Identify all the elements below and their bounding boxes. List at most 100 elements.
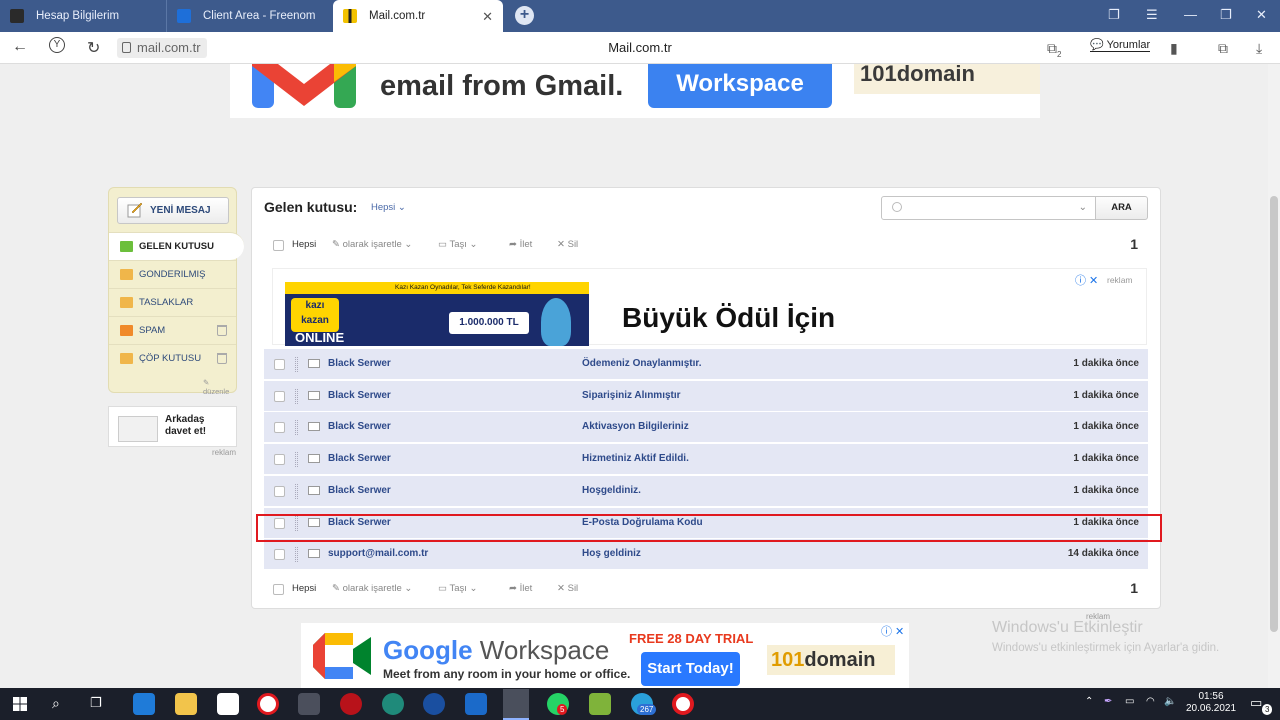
clock[interactable]: 01:56 20.06.2021 — [1186, 691, 1236, 715]
maximize-icon[interactable]: ❐ — [1220, 7, 1232, 23]
message-sender[interactable]: support@mail.com.tr — [328, 548, 428, 559]
network-icon[interactable]: ▭ — [1125, 696, 1134, 707]
screen-tool-icon[interactable] — [298, 693, 320, 715]
app-teal-icon[interactable] — [382, 693, 404, 715]
shield-icon[interactable] — [465, 693, 487, 715]
tab-hesap-bilgilerim[interactable]: Hesap Bilgilerim — [0, 0, 166, 32]
move-dropdown[interactable]: ▭ Taşı ⌄ — [438, 239, 478, 250]
drag-handle-icon[interactable] — [295, 389, 298, 404]
forward-button[interactable]: ➦ İlet — [509, 239, 532, 250]
empty-trash-icon[interactable] — [217, 353, 227, 364]
select-all-label[interactable]: Hepsi — [292, 583, 316, 594]
drag-handle-icon[interactable] — [295, 420, 298, 435]
top-ad-banner[interactable]: email from Gmail. Workspace 101domain — [230, 64, 1040, 118]
sidebar-item-trash[interactable]: ÇÖP KUTUSU — [109, 344, 236, 372]
tab-freenom[interactable]: Client Area - Freenom — [166, 0, 332, 32]
drag-handle-icon[interactable] — [295, 452, 298, 467]
start-today-button[interactable]: Start Today! — [641, 652, 740, 686]
forward-button[interactable]: ➦ İlet — [509, 583, 532, 594]
message-row[interactable]: support@mail.com.tr Hoş geldiniz 14 daki… — [264, 539, 1148, 570]
search-icon[interactable]: ⌕ — [52, 695, 60, 712]
volume-icon[interactable]: 🔈 — [1164, 696, 1176, 707]
message-subject[interactable]: Hoşgeldiniz. — [582, 485, 641, 496]
message-subject[interactable]: Ödemeniz Onaylanmıştır. — [582, 358, 701, 369]
inline-ad[interactable]: Kazı Kazan Oynadılar, Tek Seferde Kazand… — [272, 268, 1147, 346]
google-workspace-ad-banner[interactable]: Google Workspace Meet from any room in y… — [301, 623, 909, 688]
message-row[interactable]: Black Serwer Hoşgeldiniz. 1 dakika önce — [264, 476, 1148, 507]
collections-icon[interactable]: ⧉ — [1218, 40, 1228, 57]
sidebar-item-spam[interactable]: SPAM — [109, 316, 236, 344]
chevron-down-icon[interactable]: ⌄ — [1079, 202, 1087, 213]
microsoft-store-icon[interactable] — [217, 693, 239, 715]
close-tab-icon[interactable]: ✕ — [482, 9, 493, 25]
sidebar-item-inbox[interactable]: GELEN KUTUSU — [109, 232, 244, 260]
delete-button[interactable]: ✕ Sil — [557, 239, 578, 250]
yandex-browser-active-icon[interactable] — [503, 689, 529, 719]
sidebar-item-sent[interactable]: GONDERILMIŞ — [109, 260, 236, 288]
download-icon[interactable]: ⤓ — [1256, 40, 1262, 57]
tab-mail-com-tr[interactable]: Mail.com.tr ✕ — [333, 0, 503, 32]
message-checkbox[interactable] — [274, 549, 285, 560]
mark-as-dropdown[interactable]: ✎ olarak işaretle ⌄ — [332, 239, 412, 250]
message-checkbox[interactable] — [274, 422, 285, 433]
app-red-icon[interactable] — [340, 693, 362, 715]
message-subject[interactable]: Siparişiniz Alınmıştır — [582, 390, 681, 401]
search-input[interactable]: ⌄ — [881, 196, 1096, 220]
new-message-button[interactable]: YENİ MESAJ — [117, 197, 229, 224]
adchoices-icon[interactable]: ⓘ ✕ — [881, 623, 904, 639]
app-blue-icon[interactable] — [423, 693, 445, 715]
close-window-icon[interactable]: ✕ — [1256, 7, 1267, 23]
page-number[interactable]: 1 — [1130, 236, 1138, 252]
notepad-icon[interactable] — [589, 693, 611, 715]
task-view-icon[interactable]: ❐ — [90, 695, 102, 711]
windows-start-icon[interactable] — [13, 697, 27, 711]
sidebar-item-drafts[interactable]: TASLAKLAR — [109, 288, 236, 316]
bookmark-icon[interactable]: ▮ — [1170, 40, 1178, 57]
browser-menu-icon[interactable]: ☰ — [1146, 7, 1158, 23]
yandex-browser-icon[interactable] — [257, 693, 279, 715]
message-subject[interactable]: Hoş geldiniz — [582, 548, 641, 559]
message-checkbox[interactable] — [274, 359, 285, 370]
new-tab-button[interactable]: + — [515, 6, 534, 25]
minimize-icon[interactable]: — — [1184, 7, 1197, 22]
mark-as-dropdown[interactable]: ✎ olarak işaretle ⌄ — [332, 583, 412, 594]
drag-handle-icon[interactable] — [295, 547, 298, 562]
wifi-icon[interactable]: ◠ — [1146, 696, 1155, 707]
edge-browser-icon[interactable] — [133, 693, 155, 715]
empty-spam-trash-icon[interactable] — [217, 325, 227, 336]
adchoices-icon[interactable]: ⓘ ✕ — [1075, 272, 1098, 288]
message-sender[interactable]: Black Serwer — [328, 421, 391, 432]
message-row[interactable]: Black Serwer Aktivasyon Bilgileriniz 1 d… — [264, 412, 1148, 443]
search-button[interactable]: ARA — [1095, 196, 1148, 220]
invite-friend-box[interactable]: Arkadaş davet et! — [108, 406, 237, 447]
message-subject[interactable]: Aktivasyon Bilgileriniz — [582, 421, 689, 432]
downloads-counter-icon[interactable]: ⧉2 — [1047, 40, 1061, 59]
message-sender[interactable]: Black Serwer — [328, 453, 391, 464]
message-subject[interactable]: Hizmetiniz Aktif Edildi. — [582, 453, 689, 464]
select-all-label[interactable]: Hepsi — [292, 239, 316, 250]
drag-handle-icon[interactable] — [295, 484, 298, 499]
notifications-icon[interactable]: ▭ — [1250, 695, 1262, 711]
chevron-up-icon[interactable]: ⌃ — [1085, 696, 1093, 707]
tabs-menu-icon[interactable]: ❐ — [1108, 7, 1120, 23]
move-dropdown[interactable]: ▭ Taşı ⌄ — [438, 583, 478, 594]
message-sender[interactable]: Black Serwer — [328, 358, 391, 369]
message-row[interactable]: Black Serwer Siparişiniz Alınmıştır 1 da… — [264, 381, 1148, 412]
message-row[interactable]: Black Serwer Ödemeniz Onaylanmıştır. 1 d… — [264, 349, 1148, 380]
feather-icon[interactable]: ✒ — [1104, 696, 1112, 707]
edit-folders-link[interactable]: ✎ düzenle — [203, 378, 236, 396]
inbox-filter-dropdown[interactable]: Hepsi ⌄ — [371, 202, 406, 213]
page-scrollbar-thumb[interactable] — [1270, 196, 1278, 632]
page-number[interactable]: 1 — [1130, 580, 1138, 596]
message-checkbox[interactable] — [274, 454, 285, 465]
message-row[interactable]: Black Serwer Hizmetiniz Aktif Edildi. 1 … — [264, 444, 1148, 475]
message-sender[interactable]: Black Serwer — [328, 485, 391, 496]
select-all-checkbox[interactable] — [273, 240, 284, 251]
drag-handle-icon[interactable] — [295, 357, 298, 372]
comments-button[interactable]: 💬 Yorumlar — [1090, 38, 1151, 52]
message-sender[interactable]: Black Serwer — [328, 390, 391, 401]
message-checkbox[interactable] — [274, 391, 285, 402]
delete-button[interactable]: ✕ Sil — [557, 583, 578, 594]
message-checkbox[interactable] — [274, 486, 285, 497]
select-all-checkbox[interactable] — [273, 584, 284, 595]
